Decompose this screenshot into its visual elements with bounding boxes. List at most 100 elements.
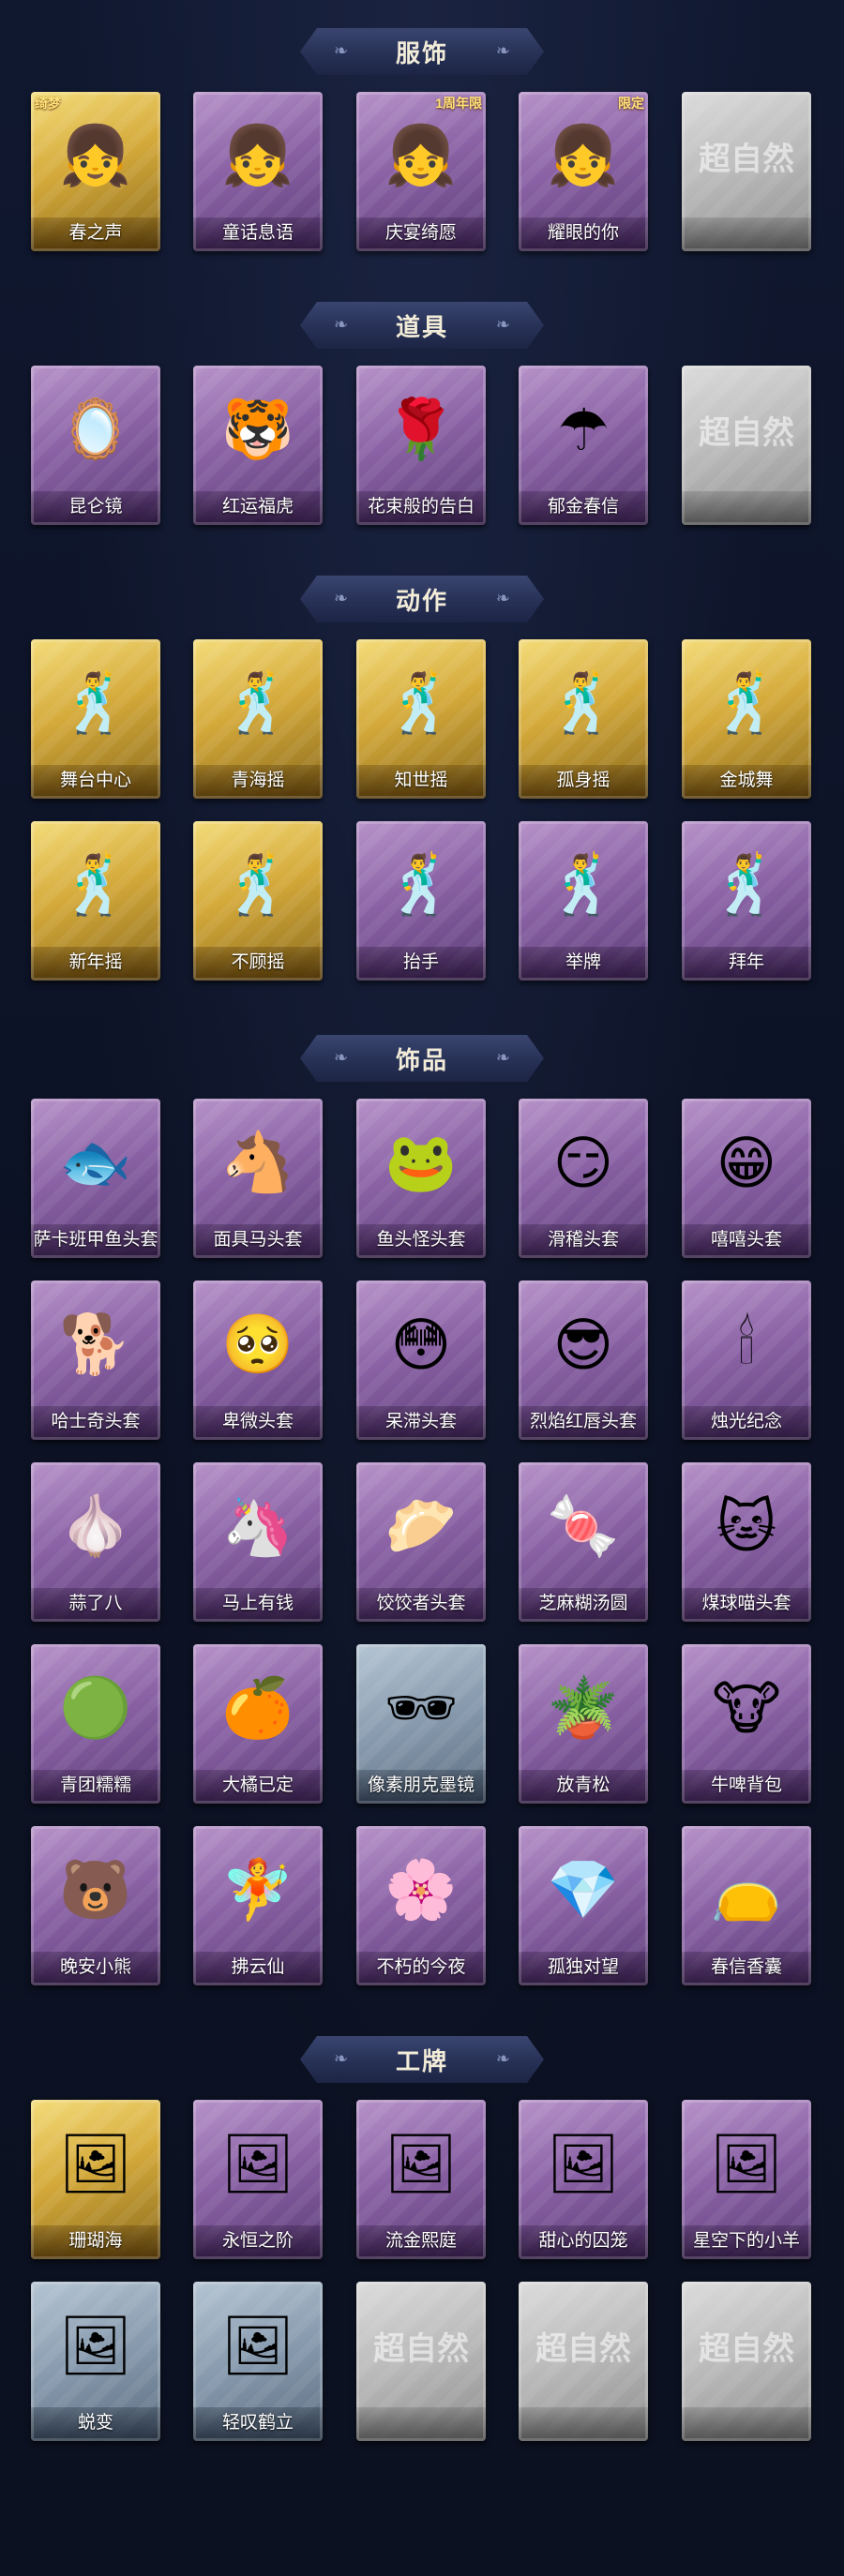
card-frame	[31, 1099, 160, 1258]
card-frame	[31, 1281, 160, 1440]
card-frame	[31, 2282, 160, 2441]
reward-item-card[interactable]: 🧚 拂云仙	[193, 1826, 323, 1985]
reward-item-card[interactable]: 🐸 鱼头怪头套	[356, 1099, 486, 1258]
reward-item-card[interactable]: 🕶 像素朋克墨镜	[356, 1644, 486, 1804]
card-frame	[519, 1826, 648, 1985]
card-frame	[519, 92, 648, 251]
card-frame	[519, 821, 648, 981]
card-frame	[519, 1281, 648, 1440]
reward-item-card[interactable]: 🦄 马上有钱	[193, 1462, 323, 1622]
card-frame	[682, 1826, 811, 1985]
reward-item-card[interactable]: 😏 滑稽头套	[519, 1099, 648, 1258]
reward-item-card[interactable]: 😳 呆滞头套	[356, 1281, 486, 1440]
reward-item-card[interactable]: 🪴 放青松	[519, 1644, 648, 1804]
reward-item-card[interactable]: 🕺 青海摇	[193, 639, 323, 799]
swirl-icon: ❧	[334, 589, 349, 607]
card-frame	[193, 1462, 323, 1622]
reward-item-card[interactable]: 超自然	[356, 2282, 486, 2441]
card-frame	[356, 2282, 486, 2441]
reward-item-card[interactable]: 🕺 舞台中心	[31, 639, 160, 799]
reward-item-card[interactable]: 🖼 甜心的囚笼	[519, 2100, 648, 2259]
card-frame	[356, 1099, 486, 1258]
section-accessories: ❧ 饰品 ❧ 🐟 萨卡班甲鱼头套 🐴 面具马头套 🐸 鱼头怪头套 😏 滑稽头套 😁 嘻嘻头套 🐕 哈士…	[0, 1035, 844, 1999]
reward-item-card[interactable]: 💎 孤独对望	[519, 1826, 648, 1985]
card-frame	[682, 821, 811, 981]
reward-item-card[interactable]: 🥺 卑微头套	[193, 1281, 323, 1440]
card-frame	[193, 1099, 323, 1258]
card-frame	[193, 821, 323, 981]
reward-item-card[interactable]: 🕯 烛光纪念	[682, 1281, 811, 1440]
reward-item-card[interactable]: 超自然	[682, 92, 811, 251]
reward-item-card[interactable]: 🖼 轻叹鹤立	[193, 2282, 323, 2441]
card-frame	[519, 1099, 648, 1258]
reward-item-card[interactable]: 🕺 孤身摇	[519, 639, 648, 799]
section-badges: ❧ 工牌 ❧ 🖼 珊瑚海 🖼 永恒之阶 🖼 流金熙庭 🖼 甜心的囚笼 🖼 星空下的小羊 🖼 蜕变 🖼 轻叹…	[0, 2036, 844, 2456]
reward-item-card[interactable]: 🕺 知世摇	[356, 639, 486, 799]
reward-item-card[interactable]: 😁 嘻嘻头套	[682, 1099, 811, 1258]
card-frame	[193, 639, 323, 799]
section-banner: ❧ 饰品 ❧	[300, 1035, 544, 1082]
card-frame	[31, 639, 160, 799]
card-frame	[31, 1462, 160, 1622]
reward-item-card[interactable]: 😎 烈焰红唇头套	[519, 1281, 648, 1440]
reward-item-card[interactable]: 🕺 拜年	[682, 821, 811, 981]
reward-item-card[interactable]: 🐴 面具马头套	[193, 1099, 323, 1258]
reward-item-card[interactable]: 👧 绮梦 春之声	[31, 92, 160, 251]
swirl-icon: ❧	[334, 41, 349, 60]
reward-item-card[interactable]: 🕺 新年摇	[31, 821, 160, 981]
item-grid: 🕺 舞台中心 🕺 青海摇 🕺 知世摇 🕺 孤身摇 🕺 金城舞 🕺 新年摇 🕺 不顾摇 🕺 抬手 🕺 举牌 🕺 拜年	[0, 630, 844, 996]
reward-item-card[interactable]: 🖼 星空下的小羊	[682, 2100, 811, 2259]
reward-item-card[interactable]: 🐻 晚安小熊	[31, 1826, 160, 1985]
reward-item-card[interactable]: 🍬 芝麻糊汤圆	[519, 1462, 648, 1622]
section-title: 动作	[395, 586, 448, 615]
card-frame	[193, 92, 323, 251]
reward-item-card[interactable]: 超自然	[682, 366, 811, 525]
card-frame	[31, 2100, 160, 2259]
card-frame	[682, 1644, 811, 1804]
reward-item-card[interactable]: 🕺 不顾摇	[193, 821, 323, 981]
reward-item-card[interactable]: ☂ 郁金春信	[519, 366, 648, 525]
reward-item-card[interactable]: 🐯 红运福虎	[193, 366, 323, 525]
reward-item-card[interactable]: 超自然	[682, 2282, 811, 2441]
reward-item-card[interactable]: 🕺 金城舞	[682, 639, 811, 799]
card-frame	[31, 1826, 160, 1985]
reward-item-card[interactable]: 🐕 哈士奇头套	[31, 1281, 160, 1440]
reward-item-card[interactable]: 🟢 青团糯糯	[31, 1644, 160, 1804]
reward-item-card[interactable]: 👧 童话息语	[193, 92, 323, 251]
reward-item-card[interactable]: 🪞 昆仑镜	[31, 366, 160, 525]
reward-item-card[interactable]: 🧄 蒜了八	[31, 1462, 160, 1622]
swirl-icon: ❧	[334, 1048, 349, 1067]
reward-item-card[interactable]: 🖼 蜕变	[31, 2282, 160, 2441]
reward-catalog-page: ❧ 服饰 ❧ 👧 绮梦 春之声 👧 童话息语 👧 1周年限 庆宴绮愿 👧 限定 耀眼的你 超自然 ❧ …	[0, 0, 844, 2576]
card-frame	[356, 92, 486, 251]
section-title: 饰品	[395, 1045, 448, 1074]
reward-item-card[interactable]: 🕺 举牌	[519, 821, 648, 981]
reward-item-card[interactable]: 👝 春信香囊	[682, 1826, 811, 1985]
reward-item-card[interactable]: 超自然	[519, 2282, 648, 2441]
reward-item-card[interactable]: 🖼 流金熙庭	[356, 2100, 486, 2259]
card-frame	[682, 2100, 811, 2259]
reward-item-card[interactable]: 🌸 不朽的今夜	[356, 1826, 486, 1985]
section-banner: ❧ 服饰 ❧	[300, 28, 544, 75]
item-grid: 👧 绮梦 春之声 👧 童话息语 👧 1周年限 庆宴绮愿 👧 限定 耀眼的你 超自然	[0, 82, 844, 251]
reward-item-card[interactable]: 👧 1周年限 庆宴绮愿	[356, 92, 486, 251]
card-frame	[193, 1281, 323, 1440]
reward-item-card[interactable]: 🐱 煤球喵头套	[682, 1462, 811, 1622]
reward-item-card[interactable]: 🐮 牛啤背包	[682, 1644, 811, 1804]
swirl-icon: ❧	[495, 589, 510, 607]
reward-item-card[interactable]: 🕺 抬手	[356, 821, 486, 981]
reward-item-card[interactable]: 🍊 大橘已定	[193, 1644, 323, 1804]
card-frame	[193, 2100, 323, 2259]
section-banner: ❧ 工牌 ❧	[300, 2036, 544, 2083]
card-frame	[31, 1644, 160, 1804]
reward-item-card[interactable]: 🥟 饺饺者头套	[356, 1462, 486, 1622]
reward-item-card[interactable]: 🖼 永恒之阶	[193, 2100, 323, 2259]
reward-item-card[interactable]: 👧 限定 耀眼的你	[519, 92, 648, 251]
card-frame	[682, 2282, 811, 2441]
reward-item-card[interactable]: 🐟 萨卡班甲鱼头套	[31, 1099, 160, 1258]
card-frame	[193, 1644, 323, 1804]
card-frame	[682, 1462, 811, 1622]
card-frame	[682, 92, 811, 251]
reward-item-card[interactable]: 🖼 珊瑚海	[31, 2100, 160, 2259]
reward-item-card[interactable]: 🌹 花束般的告白	[356, 366, 486, 525]
